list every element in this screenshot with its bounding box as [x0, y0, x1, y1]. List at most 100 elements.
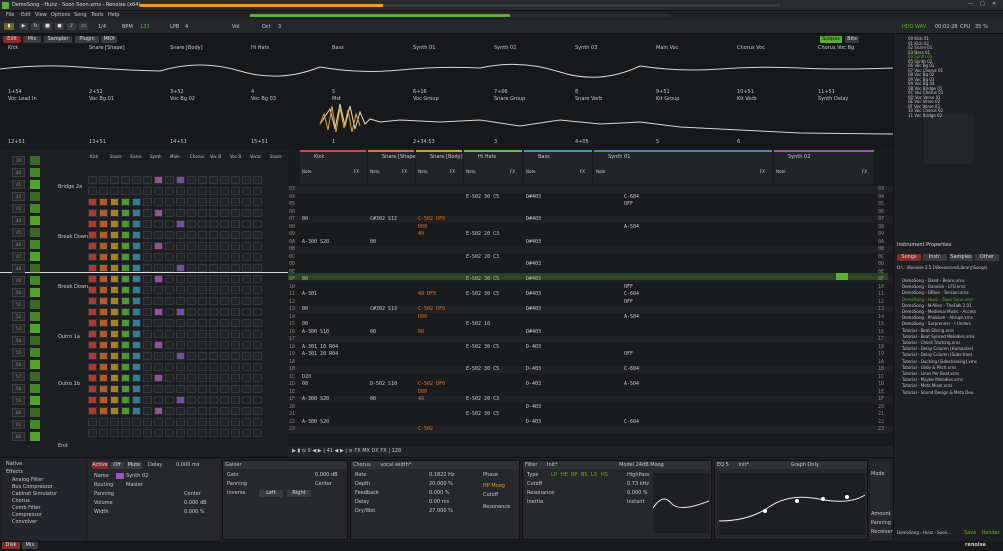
pattern-row[interactable]: 10 10 OFF	[288, 284, 893, 291]
matrix-slot[interactable]	[121, 253, 130, 261]
chorus-title[interactable]: Chorus	[353, 462, 371, 468]
matrix-slot[interactable]	[231, 429, 240, 437]
matrix-slot[interactable]	[154, 198, 163, 206]
right-button[interactable]: Right	[287, 490, 311, 497]
off-tab[interactable]: Off	[110, 462, 124, 469]
pattern-row[interactable]: 1B 1B E-502 30 C5 D-403 C-604	[288, 366, 893, 373]
matrix-slot[interactable]	[165, 330, 174, 338]
gainer-title[interactable]: Gainer	[225, 462, 242, 468]
matrix-slot[interactable]	[88, 176, 97, 184]
note-cell[interactable]: E-502 20 C3	[466, 254, 499, 260]
note-cell[interactable]: C-502 DF0	[418, 217, 445, 222]
song-file[interactable]: Tutorial - Chord Tracking.xrns	[902, 341, 960, 345]
scope-label[interactable]: Synth 01	[413, 46, 435, 51]
matrix-slot[interactable]	[165, 407, 174, 415]
matrix-slot[interactable]	[110, 286, 119, 294]
matrix-slot[interactable]	[198, 275, 207, 283]
effect-item[interactable]: Comb Filter	[12, 506, 41, 511]
mix-tab-bottom[interactable]: Mix	[22, 542, 38, 549]
matrix-slot[interactable]	[110, 429, 119, 437]
matrix-slot[interactable]	[253, 286, 262, 294]
matrix-slot[interactable]	[99, 330, 108, 338]
gain-value[interactable]: 0.000 dB	[315, 473, 338, 478]
matrix-slot[interactable]	[143, 264, 152, 272]
matrix-slot[interactable]	[242, 264, 251, 272]
pattern-row[interactable]: 09 09 40 E-502 20 C3	[288, 231, 893, 238]
matrix-slot[interactable]	[176, 396, 185, 404]
matrix-slot[interactable]	[220, 253, 229, 261]
pattern-row[interactable]: 23 23 C-502	[288, 426, 893, 433]
matrix-slot[interactable]	[154, 385, 163, 393]
scope-label[interactable]: Synth Delay	[818, 97, 848, 102]
pattern-row[interactable]: 22 22 A-300 S20 D-403 C-604	[288, 419, 893, 426]
matrix-slot[interactable]	[253, 297, 262, 305]
menu-help[interactable]: Help	[108, 13, 119, 18]
pattern-row[interactable]: 16 16 A-300 S10 00 00 D#403	[288, 329, 893, 336]
matrix-slot[interactable]	[121, 341, 130, 349]
pattern-row[interactable]: 1F 1F A-300 S20 00 40 E-502 20 C3	[288, 396, 893, 403]
note-cell[interactable]: A-300 S10	[302, 329, 329, 335]
matrix-slot[interactable]	[231, 385, 240, 393]
matrix-slot[interactable]	[88, 231, 97, 239]
slot-block[interactable]	[30, 312, 40, 321]
depth-value[interactable]: 20.000 %	[429, 482, 453, 487]
panning-value[interactable]: Center	[184, 492, 201, 497]
matrix-slot[interactable]	[176, 286, 185, 294]
sequence-slot[interactable]: 58	[12, 384, 25, 393]
note-cell[interactable]: OFF	[624, 202, 633, 207]
matrix-slot[interactable]	[231, 176, 240, 184]
note-cell[interactable]: A-300 S20	[302, 397, 329, 402]
matrix-slot[interactable]	[99, 352, 108, 360]
note-cell[interactable]: D-403	[526, 382, 541, 387]
matrix-track-tab[interactable]: Synth	[150, 155, 162, 159]
matrix-slot[interactable]	[209, 253, 218, 261]
matrix-slot[interactable]	[99, 253, 108, 261]
matrix-slot[interactable]	[132, 341, 141, 349]
matrix-slot[interactable]	[165, 297, 174, 305]
scope-label[interactable]: Hi Hats	[251, 46, 269, 51]
section-name[interactable]: Break Down	[58, 235, 88, 240]
matrix-slot[interactable]	[88, 341, 97, 349]
matrix-slot[interactable]	[187, 275, 196, 283]
matrix-slot[interactable]	[132, 286, 141, 294]
matrix-slot[interactable]	[176, 231, 185, 239]
filter-type[interactable]: HS	[601, 473, 608, 478]
note-cell[interactable]: E-502 30 C5	[466, 194, 499, 200]
matrix-slot[interactable]	[198, 220, 207, 228]
matrix-slot[interactable]	[121, 396, 130, 404]
matrix-slot[interactable]	[242, 363, 251, 371]
slot-block[interactable]	[30, 204, 40, 213]
matrix-slot[interactable]	[253, 253, 262, 261]
matrix-slot[interactable]	[88, 286, 97, 294]
scope-label[interactable]: Voc Group	[413, 97, 439, 102]
matrix-slot[interactable]	[132, 352, 141, 360]
matrix-slot[interactable]	[242, 220, 251, 228]
note-cell[interactable]: A-301 20 R04	[302, 352, 338, 357]
pattern-row[interactable]: 1C 1C D20	[288, 374, 893, 381]
matrix-slot[interactable]	[253, 308, 262, 316]
note-cell[interactable]: 00	[302, 382, 308, 387]
matrix-slot[interactable]	[220, 286, 229, 294]
matrix-slot[interactable]	[231, 253, 240, 261]
matrix-slot[interactable]	[110, 242, 119, 250]
matrix-slot[interactable]	[242, 330, 251, 338]
matrix-slot[interactable]	[176, 253, 185, 261]
matrix-slot[interactable]	[198, 231, 207, 239]
props-tab[interactable]: Samples	[949, 254, 973, 261]
slot-block[interactable]	[30, 252, 40, 261]
effect-item[interactable]: Convolver	[12, 520, 37, 525]
pattern-nav[interactable]: ▶ ▮ ⇆ 0 ◀ ▶ | 41 ◀ ▶ | ≡ FX MX DX FX | 1…	[292, 449, 401, 454]
play-button[interactable]: ▶	[19, 23, 28, 30]
matrix-slot[interactable]	[110, 176, 119, 184]
matrix-slot[interactable]	[99, 363, 108, 371]
matrix-slot[interactable]	[99, 176, 108, 184]
matrix-slot[interactable]	[253, 418, 262, 426]
effect-item[interactable]: Chorus	[12, 499, 30, 504]
props-tab[interactable]: Other	[975, 254, 999, 261]
matrix-slot[interactable]	[176, 308, 185, 316]
matrix-slot[interactable]	[209, 187, 218, 195]
pattern-row[interactable]: 19 19 A-301 20 R04 OFF	[288, 351, 893, 358]
slot-block[interactable]	[30, 348, 40, 357]
matrix-slot[interactable]	[132, 187, 141, 195]
filter-resonance-value[interactable]: 0.000 %	[627, 491, 648, 496]
